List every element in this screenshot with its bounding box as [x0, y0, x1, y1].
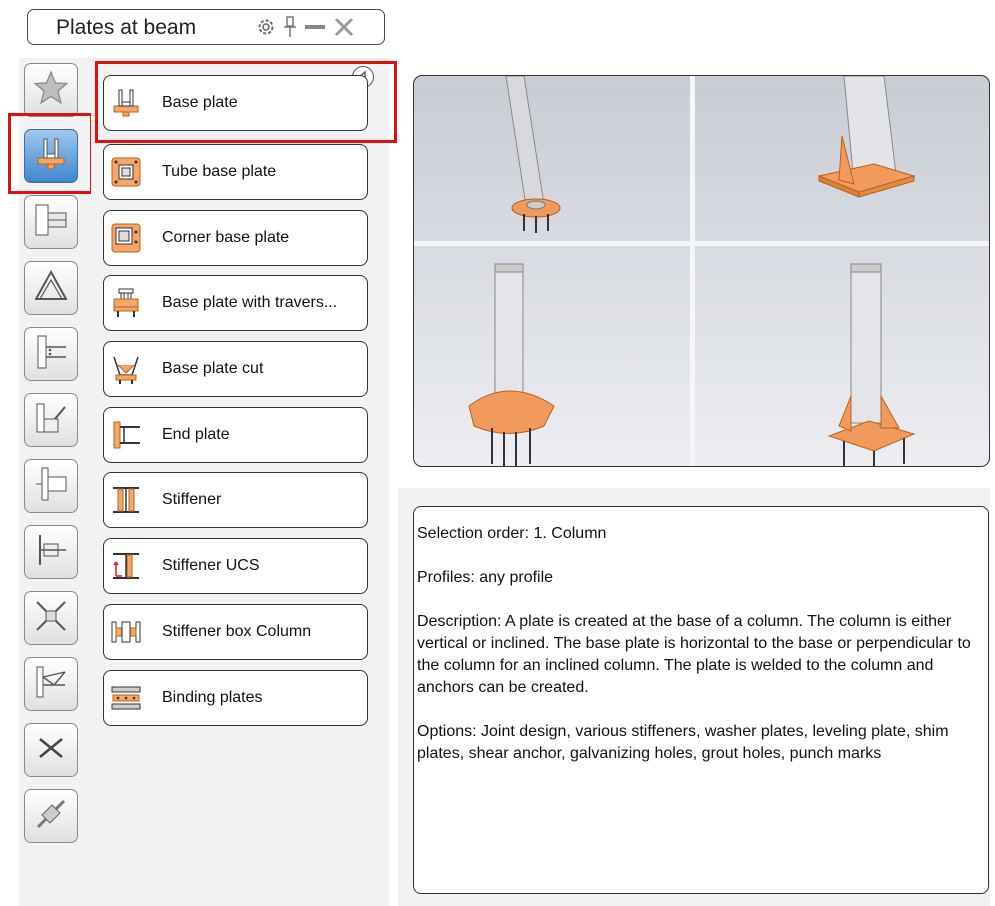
- tool-item-tube-base-plate[interactable]: Tube base plate: [103, 144, 368, 200]
- end-plate-icon: [110, 419, 142, 451]
- preview-illustration: [468, 76, 916, 466]
- stiffener-icon: [110, 484, 142, 516]
- stiffener-ucs-icon: [110, 550, 142, 582]
- corner-base-plate-icon: [110, 222, 142, 254]
- minimize-icon[interactable]: [304, 17, 326, 37]
- category-bracing[interactable]: [24, 393, 78, 447]
- beam-joint-icon: [32, 333, 70, 376]
- title-bar-icons: [256, 16, 354, 38]
- tool-item-label: Stiffener: [162, 491, 222, 508]
- category-joints-type7[interactable]: [24, 591, 78, 645]
- tool-item-stiffener[interactable]: Stiffener: [103, 472, 368, 528]
- category-joints-type9[interactable]: [24, 723, 78, 777]
- tool-item-label: Base plate with travers...: [162, 294, 338, 311]
- description-text: Description: A plate is created at the b…: [417, 613, 971, 696]
- beam-connection-icon: [32, 201, 70, 244]
- column-joint-icon: [32, 465, 70, 508]
- frame-icon: [32, 267, 70, 310]
- tool-item-label: Binding plates: [162, 689, 263, 706]
- category-favorites[interactable]: [24, 63, 78, 117]
- tool-item-base-plate-cut[interactable]: Base plate cut: [103, 341, 368, 397]
- preview-image: [413, 75, 990, 467]
- gear-icon[interactable]: [256, 17, 276, 37]
- profiles-text: Profiles: any profile: [417, 569, 554, 586]
- category-frame-joints[interactable]: [24, 261, 78, 315]
- tool-item-stiffener-ucs[interactable]: Stiffener UCS: [103, 538, 368, 594]
- splice-icon: [32, 531, 70, 574]
- category-joints-type5[interactable]: [24, 459, 78, 513]
- truss-icon: [32, 663, 70, 706]
- category-joints-type10[interactable]: [24, 789, 78, 843]
- tool-item-label: End plate: [162, 426, 230, 443]
- window-title: Plates at beam: [56, 16, 197, 39]
- tool-item-label: Stiffener UCS: [162, 557, 260, 574]
- category-joints-type8[interactable]: [24, 657, 78, 711]
- tool-item-label: Base plate cut: [162, 360, 264, 377]
- stairs-icon: [32, 729, 70, 772]
- category-beam-end-connections[interactable]: [24, 195, 78, 249]
- star-icon: [32, 69, 70, 112]
- brace-icon: [32, 399, 70, 442]
- tool-item-label: Corner base plate: [162, 229, 290, 246]
- category-joints-type6[interactable]: [24, 525, 78, 579]
- tool-item-corner-base-plate[interactable]: Corner base plate: [103, 210, 368, 266]
- cross-brace-icon: [32, 597, 70, 640]
- tool-item-highlight-box: [95, 61, 397, 143]
- pin-icon[interactable]: [284, 16, 296, 38]
- tool-item-stiffener-box-column[interactable]: Stiffener box Column: [103, 604, 368, 660]
- tools-icon: [32, 795, 70, 838]
- tool-item-label: Tube base plate: [162, 163, 277, 180]
- close-icon[interactable]: [334, 17, 354, 37]
- tool-item-end-plate[interactable]: End plate: [103, 407, 368, 463]
- description-box: Selection order: 1. Column Profiles: any…: [413, 506, 989, 894]
- stiffener-box-column-icon: [110, 616, 142, 648]
- category-joints-type3[interactable]: [24, 327, 78, 381]
- traverse-base-plate-icon: [110, 287, 142, 319]
- options-text: Options: Joint design, various stiffener…: [417, 723, 949, 762]
- title-bar: Plates at beam: [27, 9, 385, 45]
- tool-item-label: Stiffener box Column: [162, 623, 312, 640]
- tube-base-plate-icon: [110, 156, 142, 188]
- binding-plates-icon: [110, 682, 142, 714]
- tool-item-binding-plates[interactable]: Binding plates: [103, 670, 368, 726]
- base-plate-cut-icon: [110, 353, 142, 385]
- selection-order-text: Selection order: 1. Column: [417, 525, 607, 542]
- tool-item-base-plate-with-traverse[interactable]: Base plate with travers...: [103, 275, 368, 331]
- category-highlight-box: [8, 113, 93, 194]
